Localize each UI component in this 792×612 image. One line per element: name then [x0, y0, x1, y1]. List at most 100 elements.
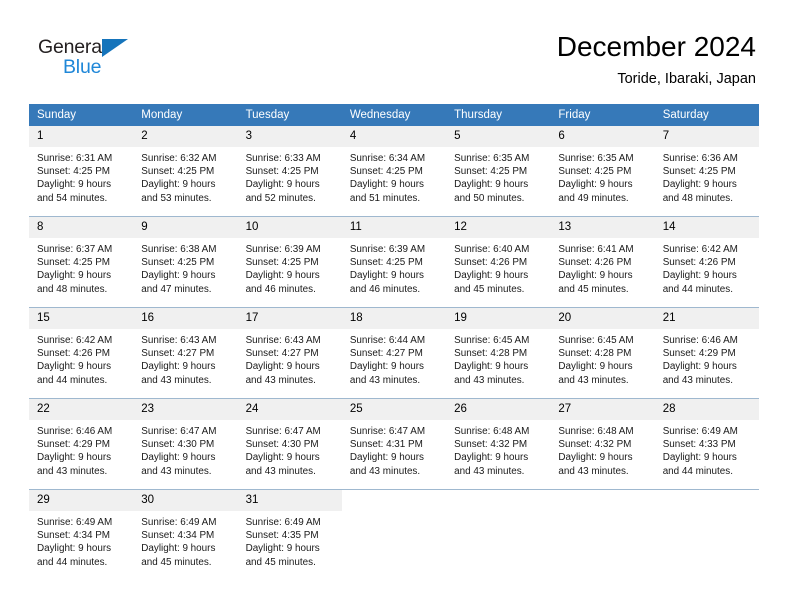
sunrise-text: Sunrise: 6:40 AM: [454, 244, 530, 255]
daylight-text-line2: and 43 minutes.: [558, 465, 629, 477]
day-number: 17: [237, 308, 342, 329]
sunrise-text: Sunrise: 6:41 AM: [558, 244, 634, 255]
daylight-text-line1: Daylight: 9 hours: [141, 452, 216, 464]
sunset-text: Sunset: 4:25 PM: [245, 257, 319, 269]
calendar-day-cell[interactable]: 30 Sunrise: 6:49 AM Sunset: 4:34 PM Dayligh…: [133, 489, 238, 580]
calendar-day-cell[interactable]: 10 Sunrise: 6:39 AM Sunset: 4:25 PM Dayligh…: [237, 216, 342, 308]
daylight-text-line1: Daylight: 9 hours: [37, 270, 112, 282]
day-number: 25: [341, 399, 447, 420]
sunset-text: Sunset: 4:25 PM: [141, 257, 215, 269]
sunset-text: Sunset: 4:26 PM: [454, 257, 528, 269]
day-details: Sunrise: 6:48 AM Sunset: 4:32 PM Daylight:…: [550, 420, 654, 478]
sunrise-text: Sunrise: 6:46 AM: [662, 335, 738, 346]
calendar-day-cell[interactable]: 11 Sunrise: 6:39 AM Sunset: 4:25 PM Dayligh…: [341, 216, 447, 308]
day-number: 24: [237, 399, 342, 420]
calendar-day-cell[interactable]: 21 Sunrise: 6:46 AM Sunset: 4:29 PM Dayligh…: [654, 307, 759, 399]
day-number: 28: [654, 399, 759, 420]
daylight-text-line2: and 45 minutes.: [141, 556, 212, 568]
calendar-day-cell[interactable]: 16 Sunrise: 6:43 AM Sunset: 4:27 PM Dayligh…: [133, 307, 238, 399]
daylight-text-line1: Daylight: 9 hours: [558, 452, 633, 464]
sunset-text: Sunset: 4:25 PM: [558, 166, 632, 178]
day-details: Sunrise: 6:47 AM Sunset: 4:30 PM Daylight:…: [238, 420, 342, 478]
calendar-day-cell[interactable]: 28 Sunrise: 6:49 AM Sunset: 4:33 PM Dayligh…: [654, 398, 759, 490]
daylight-text-line2: and 43 minutes.: [454, 465, 525, 477]
sunrise-text: Sunrise: 6:47 AM: [141, 426, 217, 437]
daylight-text-line2: and 43 minutes.: [245, 374, 316, 386]
day-number: [446, 490, 551, 511]
daylight-text-line1: Daylight: 9 hours: [349, 361, 424, 373]
calendar-day-cell[interactable]: 25 Sunrise: 6:47 AM Sunset: 4:31 PM Dayligh…: [341, 398, 447, 490]
day-number: 31: [237, 490, 342, 511]
day-details: Sunrise: 6:43 AM Sunset: 4:27 PM Daylight:…: [238, 329, 342, 387]
sunrise-text: Sunrise: 6:47 AM: [349, 426, 426, 437]
day-details: Sunrise: 6:31 AM Sunset: 4:25 PM Daylight:…: [29, 147, 133, 205]
sunset-text: Sunset: 4:25 PM: [245, 166, 319, 178]
daylight-text-line2: and 49 minutes.: [558, 192, 629, 204]
calendar-day-cell[interactable]: 7 Sunrise: 6:36 AM Sunset: 4:25 PM Daylight…: [654, 126, 759, 217]
day-details: Sunrise: 6:39 AM Sunset: 4:25 PM Daylight:…: [238, 238, 342, 296]
day-number: 29: [29, 490, 134, 511]
calendar-week-row: 29 Sunrise: 6:49 AM Sunset: 4:34 PM Dayligh…: [29, 489, 759, 580]
calendar-day-cell[interactable]: 14 Sunrise: 6:42 AM Sunset: 4:26 PM Dayligh…: [654, 216, 759, 308]
sunset-text: Sunset: 4:28 PM: [558, 348, 632, 360]
calendar-day-cell[interactable]: 9 Sunrise: 6:38 AM Sunset: 4:25 PM Daylight…: [133, 216, 238, 308]
day-details: Sunrise: 6:47 AM Sunset: 4:31 PM Daylight:…: [342, 420, 446, 478]
day-number: 30: [133, 490, 238, 511]
weekday-header-saturday: Saturday: [654, 104, 759, 126]
day-details: Sunrise: 6:34 AM Sunset: 4:25 PM Daylight:…: [342, 147, 446, 205]
calendar-day-cell[interactable]: 19 Sunrise: 6:45 AM Sunset: 4:28 PM Dayligh…: [446, 307, 551, 399]
daylight-text-line2: and 43 minutes.: [245, 465, 316, 477]
daylight-text-line1: Daylight: 9 hours: [37, 179, 112, 191]
calendar-day-cell[interactable]: 22 Sunrise: 6:46 AM Sunset: 4:29 PM Dayligh…: [29, 398, 134, 490]
sunset-text: Sunset: 4:34 PM: [37, 530, 111, 542]
calendar-day-cell[interactable]: 20 Sunrise: 6:45 AM Sunset: 4:28 PM Dayligh…: [550, 307, 655, 399]
daylight-text-line1: Daylight: 9 hours: [141, 270, 216, 282]
sunrise-text: Sunrise: 6:45 AM: [454, 335, 530, 346]
sunrise-text: Sunrise: 6:43 AM: [245, 335, 321, 346]
sunrise-text: Sunrise: 6:44 AM: [349, 335, 426, 346]
calendar-day-cell[interactable]: 31 Sunrise: 6:49 AM Sunset: 4:35 PM Dayligh…: [237, 489, 342, 580]
daylight-text-line2: and 48 minutes.: [37, 283, 108, 295]
calendar-day-cell[interactable]: 4 Sunrise: 6:34 AM Sunset: 4:25 PM Daylight…: [341, 126, 447, 217]
sunrise-text: Sunrise: 6:34 AM: [349, 153, 426, 164]
calendar-table: Sunday Monday Tuesday Wednesday Thursday…: [29, 104, 759, 580]
calendar-day-cell[interactable]: 8 Sunrise: 6:37 AM Sunset: 4:25 PM Daylight…: [29, 216, 134, 308]
day-details: Sunrise: 6:33 AM Sunset: 4:25 PM Daylight:…: [238, 147, 342, 205]
calendar-day-cell[interactable]: 1 Sunrise: 6:31 AM Sunset: 4:25 PM Daylight…: [29, 126, 134, 217]
calendar-day-cell[interactable]: 29 Sunrise: 6:49 AM Sunset: 4:34 PM Dayligh…: [29, 489, 134, 580]
daylight-text-line2: and 50 minutes.: [454, 192, 525, 204]
sunset-text: Sunset: 4:29 PM: [37, 439, 111, 451]
sunset-text: Sunset: 4:32 PM: [558, 439, 632, 451]
calendar-day-cell[interactable]: 6 Sunrise: 6:35 AM Sunset: 4:25 PM Daylight…: [550, 126, 655, 217]
sunset-text: Sunset: 4:25 PM: [37, 166, 111, 178]
day-number: 11: [341, 217, 447, 238]
calendar-day-cell[interactable]: 12 Sunrise: 6:40 AM Sunset: 4:26 PM Dayligh…: [446, 216, 551, 308]
calendar-day-cell[interactable]: 27 Sunrise: 6:48 AM Sunset: 4:32 PM Dayligh…: [550, 398, 655, 490]
weekday-header-sunday: Sunday: [29, 104, 134, 126]
daylight-text-line2: and 51 minutes.: [349, 192, 421, 204]
day-number: 6: [550, 126, 655, 147]
calendar-day-cell[interactable]: 3 Sunrise: 6:33 AM Sunset: 4:25 PM Daylight…: [237, 126, 342, 217]
calendar-day-cell-empty: [341, 489, 447, 580]
day-number: [654, 490, 759, 511]
sunrise-text: Sunrise: 6:49 AM: [245, 517, 321, 528]
daylight-text-line1: Daylight: 9 hours: [558, 179, 633, 191]
calendar-day-cell[interactable]: 17 Sunrise: 6:43 AM Sunset: 4:27 PM Dayligh…: [237, 307, 342, 399]
daylight-text-line1: Daylight: 9 hours: [662, 270, 737, 282]
calendar-day-cell[interactable]: 26 Sunrise: 6:48 AM Sunset: 4:32 PM Dayligh…: [446, 398, 551, 490]
calendar-day-cell[interactable]: 2 Sunrise: 6:32 AM Sunset: 4:25 PM Daylight…: [133, 126, 238, 217]
calendar-day-cell[interactable]: 5 Sunrise: 6:35 AM Sunset: 4:25 PM Daylight…: [446, 126, 551, 217]
calendar-day-cell-empty: [654, 489, 759, 580]
calendar-day-cell[interactable]: 15 Sunrise: 6:42 AM Sunset: 4:26 PM Dayligh…: [29, 307, 134, 399]
daylight-text-line1: Daylight: 9 hours: [558, 270, 633, 282]
calendar-day-cell[interactable]: 13 Sunrise: 6:41 AM Sunset: 4:26 PM Dayligh…: [550, 216, 655, 308]
calendar-day-cell[interactable]: 18 Sunrise: 6:44 AM Sunset: 4:27 PM Dayligh…: [341, 307, 447, 399]
calendar-day-cell[interactable]: 24 Sunrise: 6:47 AM Sunset: 4:30 PM Dayligh…: [237, 398, 342, 490]
sunrise-text: Sunrise: 6:48 AM: [454, 426, 530, 437]
day-number: 15: [29, 308, 134, 329]
calendar-day-cell[interactable]: 23 Sunrise: 6:47 AM Sunset: 4:30 PM Dayligh…: [133, 398, 238, 490]
daylight-text-line2: and 45 minutes.: [558, 283, 629, 295]
calendar-week-row: 8 Sunrise: 6:37 AM Sunset: 4:25 PM Daylight…: [29, 216, 759, 308]
day-details: Sunrise: 6:32 AM Sunset: 4:25 PM Daylight:…: [133, 147, 237, 205]
daylight-text-line1: Daylight: 9 hours: [349, 179, 424, 191]
